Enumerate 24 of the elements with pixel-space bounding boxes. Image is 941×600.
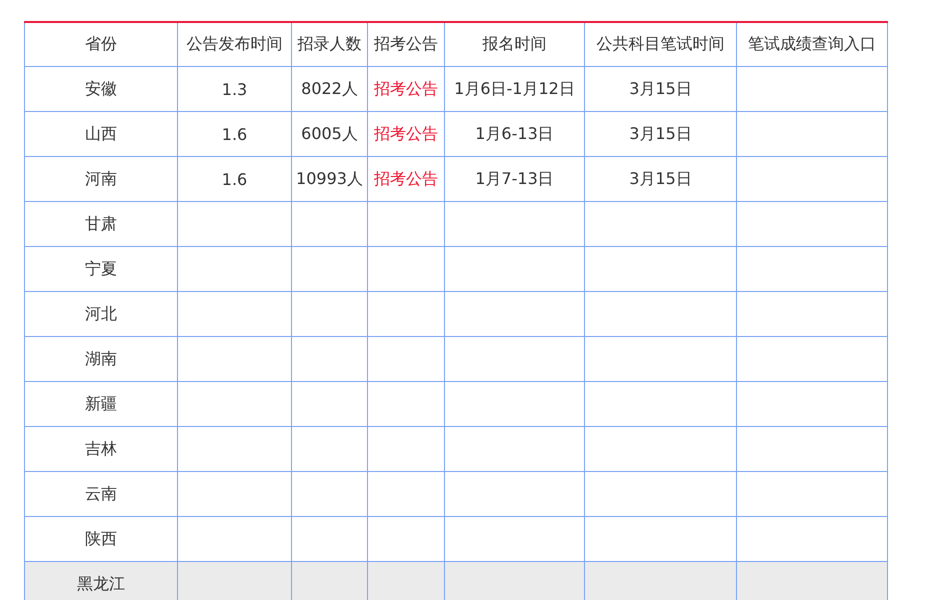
province-cell: 河南 [85,168,117,188]
date-cell: 3月15日 [629,124,692,142]
count-cell: 8022人 [301,78,358,98]
province-cell: 安徽 [85,78,117,98]
date-cell: 1.3 [222,80,248,98]
province-cell: 云南 [85,484,117,502]
province-cell: 吉林 [85,438,117,458]
date-cell: 1.6 [222,124,248,144]
count-cell: 6005人 [301,124,358,142]
date-cell: 1.6 [222,170,248,188]
date-cell: 3月15日 [629,78,692,98]
date-cell: 3月15日 [629,168,692,188]
province-cell: 河北 [85,304,117,322]
date-cell: 1月6日-1月12日 [454,78,575,98]
date-cell: 1月7-13日 [475,168,554,188]
province-cell: 湖南 [85,348,117,368]
province-cell: 新疆 [85,394,117,412]
province-cell: 山西 [85,124,117,142]
province-cell: 甘肃 [85,214,117,232]
province-cell: 黑龙江 [77,574,125,592]
province-cell: 宁夏 [85,258,117,278]
province-cell: 陕西 [85,528,117,548]
count-cell: 10993人 [296,168,363,188]
date-cell: 1月6-13日 [475,124,554,142]
